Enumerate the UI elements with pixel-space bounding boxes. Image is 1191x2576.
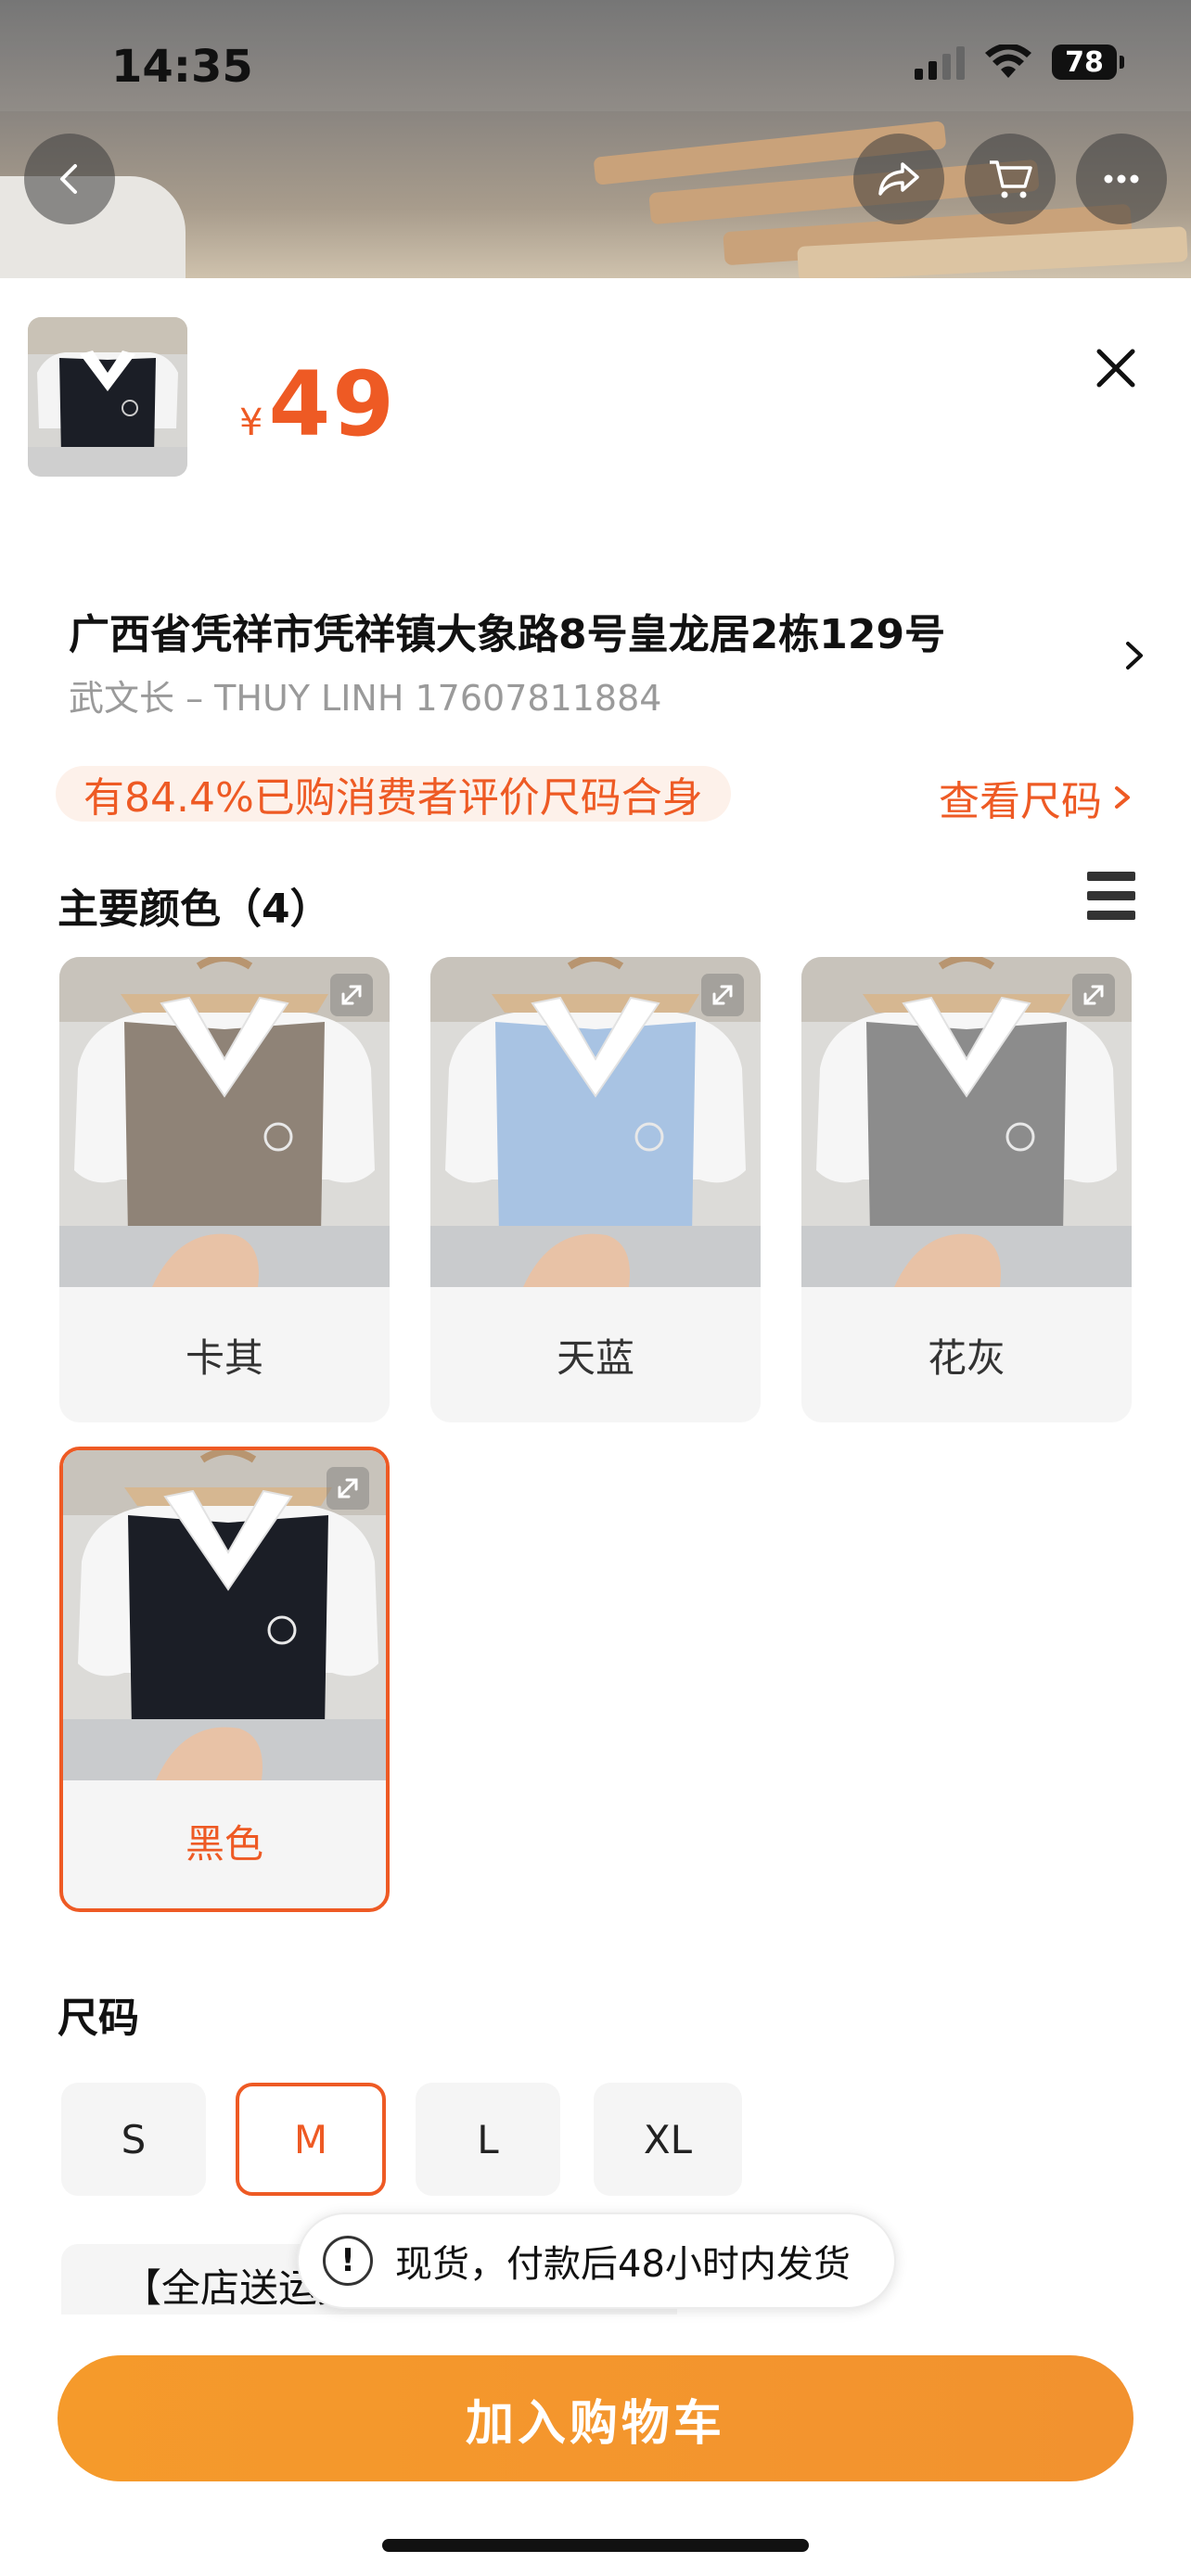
color-option-label: 黑色 xyxy=(185,1820,263,1867)
size-chart-link[interactable]: 查看尺码 xyxy=(939,768,1135,827)
chevron-left-icon xyxy=(60,164,77,194)
cart-icon xyxy=(990,160,1032,198)
home-indicator xyxy=(382,2539,809,2552)
size-option-s[interactable]: S xyxy=(61,2083,206,2196)
size-fit-badge: 有84.4%已购消费者评价尺码合身 xyxy=(56,766,731,822)
size-chart-label: 查看尺码 xyxy=(939,778,1102,825)
size-option-xl[interactable]: XL xyxy=(594,2083,742,2196)
add-to-cart-button[interactable]: 加入购物车 xyxy=(58,2355,1133,2481)
close-button[interactable] xyxy=(1083,336,1148,401)
price: ¥ 49 xyxy=(239,352,396,456)
chevron-right-icon xyxy=(1126,642,1143,670)
color-option-card[interactable]: 卡其 xyxy=(59,957,390,1422)
wifi-icon xyxy=(985,45,1031,78)
price-value: 49 xyxy=(268,352,397,456)
color-option-card[interactable]: 花灰 xyxy=(801,957,1132,1422)
color-option-label: 卡其 xyxy=(185,1334,263,1381)
more-icon xyxy=(1104,174,1139,184)
colors-title: 主要颜色（4） xyxy=(58,886,331,933)
color-option-label: 天蓝 xyxy=(556,1334,634,1381)
status-icons: 78 xyxy=(915,45,1124,80)
share-icon xyxy=(878,162,919,196)
address-line: 广西省凭祥市凭祥镇大象路8号皇龙居2栋129号 xyxy=(69,611,946,658)
expand-icon[interactable] xyxy=(701,974,744,1016)
signal-icon xyxy=(915,45,965,80)
battery-icon: 78 xyxy=(1052,45,1124,80)
color-option-card[interactable]: 天蓝 xyxy=(430,957,761,1422)
sizes-title: 尺码 xyxy=(58,1995,139,2042)
size-option-m[interactable]: M xyxy=(236,2083,386,2196)
back-button[interactable] xyxy=(24,134,115,224)
chevron-right-icon xyxy=(1115,786,1130,809)
warning-icon: ! xyxy=(323,2236,373,2286)
toast-text: 现货，付款后48小时内发货 xyxy=(395,2243,851,2286)
battery-level: 78 xyxy=(1065,45,1104,79)
more-button[interactable] xyxy=(1076,134,1167,224)
share-button[interactable] xyxy=(853,134,944,224)
shipping-toast: ! 现货，付款后48小时内发货 xyxy=(297,2213,896,2309)
currency-symbol: ¥ xyxy=(239,402,263,444)
bottom-fade xyxy=(0,2315,1191,2352)
address-contact: 武文长 – THUY LINH 17607811884 xyxy=(69,678,662,719)
expand-icon[interactable] xyxy=(330,974,373,1016)
expand-icon[interactable] xyxy=(1072,974,1115,1016)
list-view-icon[interactable] xyxy=(1087,872,1135,920)
status-time: 14:35 xyxy=(111,41,253,93)
size-option-l[interactable]: L xyxy=(416,2083,560,2196)
product-thumbnail xyxy=(28,317,187,477)
color-option-card[interactable]: 黑色 xyxy=(59,1447,390,1912)
close-icon xyxy=(1096,349,1135,388)
expand-icon[interactable] xyxy=(327,1467,369,1510)
cart-button[interactable] xyxy=(965,134,1056,224)
color-option-label: 花灰 xyxy=(927,1334,1005,1381)
